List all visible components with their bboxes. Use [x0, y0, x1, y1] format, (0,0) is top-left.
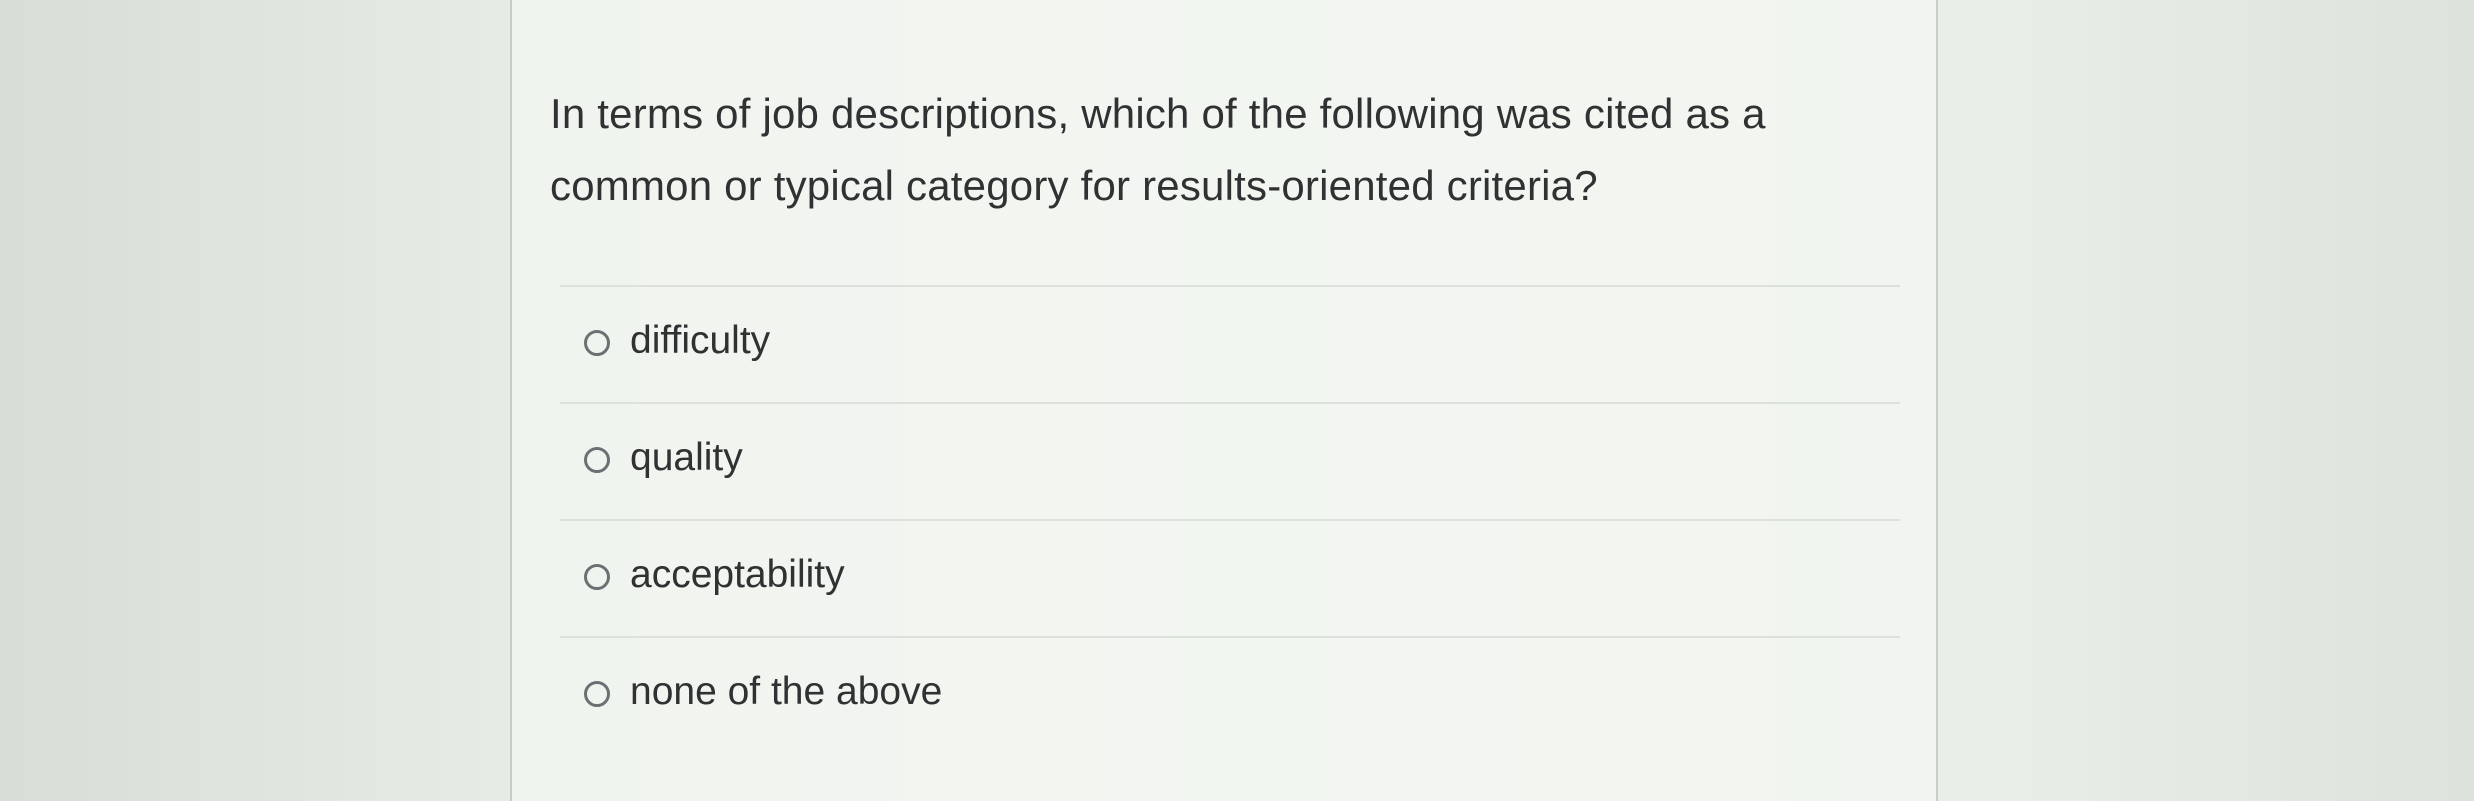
answer-label-none-of-the-above[interactable]: none of the above — [630, 669, 942, 715]
radio-button-difficulty[interactable] — [584, 330, 610, 356]
answer-label-quality[interactable]: quality — [630, 435, 743, 481]
answer-label-acceptability[interactable]: acceptability — [630, 552, 845, 598]
answer-option-difficulty[interactable]: difficulty — [560, 285, 1900, 402]
question-text: In terms of job descriptions, which of t… — [550, 90, 1766, 209]
radio-button-quality[interactable] — [584, 447, 610, 473]
radio-button-none-of-the-above[interactable] — [584, 681, 610, 707]
answer-label-difficulty[interactable]: difficulty — [630, 318, 770, 364]
quiz-page: In terms of job descriptions, which of t… — [0, 0, 2474, 801]
answer-option-acceptability[interactable]: acceptability — [560, 519, 1900, 636]
answer-options: difficulty quality acceptability none of… — [560, 285, 1900, 756]
radio-button-acceptability[interactable] — [584, 564, 610, 590]
answer-option-none-of-the-above[interactable]: none of the above — [560, 636, 1900, 756]
question-card: In terms of job descriptions, which of t… — [510, 0, 1938, 801]
answer-option-quality[interactable]: quality — [560, 402, 1900, 519]
